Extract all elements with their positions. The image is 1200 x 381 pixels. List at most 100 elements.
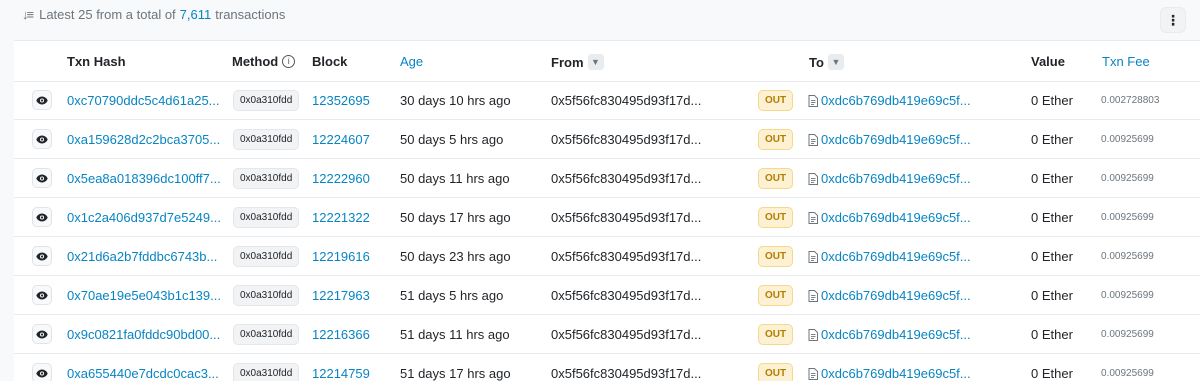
table-row: 0x21d6a2b7fddbc6743b... 0x0a310fdd 12219…: [14, 237, 1200, 276]
method-badge: 0x0a310fdd: [233, 324, 300, 345]
to-address-text: 0xdc6b769db419e69c5f...: [821, 366, 971, 381]
block-link[interactable]: 12352695: [312, 93, 370, 108]
block-link[interactable]: 12217963: [312, 288, 370, 303]
txn-hash-link[interactable]: 0xa159628d2c2bca3705...: [67, 132, 220, 147]
summary-prefix: Latest 25 from a total of: [39, 7, 176, 22]
sort-descending-icon[interactable]: ↓≡: [22, 7, 34, 22]
block-link[interactable]: 12216366: [312, 327, 370, 342]
to-address-text: 0xdc6b769db419e69c5f...: [821, 288, 971, 303]
document-icon: [808, 94, 818, 107]
value-text: 0 Ether: [1031, 210, 1073, 225]
eye-icon[interactable]: [32, 90, 52, 110]
eye-icon[interactable]: [32, 168, 52, 188]
txn-hash-link[interactable]: 0xc70790ddc5c4d61a25...: [67, 93, 220, 108]
txn-hash-link[interactable]: 0x5ea8a018396dc100ff7...: [67, 171, 221, 186]
value-text: 0 Ether: [1031, 132, 1073, 147]
direction-badge: OUT: [758, 90, 794, 111]
txn-hash-link[interactable]: 0x70ae19e5e043b1c139...: [67, 288, 221, 303]
to-address-link[interactable]: 0xdc6b769db419e69c5f...: [808, 171, 971, 186]
block-link[interactable]: 12224607: [312, 132, 370, 147]
info-circle-icon[interactable]: i: [282, 55, 296, 68]
txn-fee-text: 0.00925699: [1101, 212, 1154, 223]
filter-icon[interactable]: ▼: [827, 54, 844, 70]
from-address[interactable]: 0x5f56fc830495d93f17d...: [551, 327, 701, 342]
header-to: To ▼: [809, 54, 844, 70]
eye-icon[interactable]: [32, 207, 52, 227]
from-address[interactable]: 0x5f56fc830495d93f17d...: [551, 366, 701, 381]
value-text: 0 Ether: [1031, 327, 1073, 342]
block-link[interactable]: 12221322: [312, 210, 370, 225]
eye-icon[interactable]: [32, 129, 52, 149]
to-address-link[interactable]: 0xdc6b769db419e69c5f...: [808, 366, 971, 381]
more-vertical-icon: ⋮: [1166, 11, 1180, 28]
to-address-link[interactable]: 0xdc6b769db419e69c5f...: [808, 249, 971, 264]
to-address-link[interactable]: 0xdc6b769db419e69c5f...: [808, 327, 971, 342]
method-badge: 0x0a310fdd: [233, 285, 300, 306]
from-address[interactable]: 0x5f56fc830495d93f17d...: [551, 288, 701, 303]
eye-icon[interactable]: [32, 285, 52, 305]
method-badge: 0x0a310fdd: [233, 363, 300, 381]
to-address-link[interactable]: 0xdc6b769db419e69c5f...: [808, 288, 971, 303]
filter-icon[interactable]: ▼: [587, 54, 604, 70]
txn-hash-link[interactable]: 0x21d6a2b7fddbc6743b...: [67, 249, 217, 264]
txn-hash-link[interactable]: 0x9c0821fa0fddc90bd00...: [67, 327, 220, 342]
to-address-text: 0xdc6b769db419e69c5f...: [821, 249, 971, 264]
block-link[interactable]: 12222960: [312, 171, 370, 186]
block-link[interactable]: 12214759: [312, 366, 370, 381]
to-address-link[interactable]: 0xdc6b769db419e69c5f...: [808, 210, 971, 225]
header-txn-fee[interactable]: Txn Fee: [1102, 54, 1150, 69]
header-value: Value: [1031, 54, 1065, 69]
to-address-text: 0xdc6b769db419e69c5f...: [821, 327, 971, 342]
value-text: 0 Ether: [1031, 366, 1073, 381]
txn-fee-text: 0.002728803: [1101, 95, 1160, 106]
txn-hash-link[interactable]: 0xa655440e7dcdc0cac3...: [67, 366, 219, 381]
to-address-text: 0xdc6b769db419e69c5f...: [821, 132, 971, 147]
age-text: 51 days 11 hrs ago: [400, 327, 510, 342]
to-address-link[interactable]: 0xdc6b769db419e69c5f...: [808, 132, 971, 147]
age-text: 51 days 17 hrs ago: [400, 366, 511, 381]
age-text: 30 days 10 hrs ago: [400, 93, 511, 108]
table-row: 0x9c0821fa0fddc90bd00... 0x0a310fdd 1221…: [14, 315, 1200, 354]
age-text: 50 days 17 hrs ago: [400, 210, 511, 225]
direction-badge: OUT: [758, 168, 794, 189]
eye-icon[interactable]: [32, 324, 52, 344]
transactions-table: Txn Hash Method i Block Age From ▼ To ▼ …: [14, 40, 1200, 381]
value-text: 0 Ether: [1031, 288, 1073, 303]
direction-badge: OUT: [758, 207, 794, 228]
table-row: 0x70ae19e5e043b1c139... 0x0a310fdd 12217…: [14, 276, 1200, 315]
header-from: From ▼: [551, 54, 604, 70]
method-badge: 0x0a310fdd: [233, 207, 300, 228]
txn-fee-text: 0.00925699: [1101, 290, 1154, 301]
age-text: 50 days 11 hrs ago: [400, 171, 510, 186]
table-row: 0xc70790ddc5c4d61a25... 0x0a310fdd 12352…: [14, 81, 1200, 120]
summary-count-link[interactable]: 7,611: [180, 7, 212, 22]
method-badge: 0x0a310fdd: [233, 90, 300, 111]
table-header: Txn Hash Method i Block Age From ▼ To ▼ …: [14, 41, 1200, 82]
to-address-link[interactable]: 0xdc6b769db419e69c5f...: [808, 93, 971, 108]
more-options-button[interactable]: ⋮: [1160, 7, 1186, 33]
txn-fee-text: 0.00925699: [1101, 368, 1154, 379]
direction-badge: OUT: [758, 363, 794, 381]
age-text: 50 days 5 hrs ago: [400, 132, 504, 147]
header-age[interactable]: Age: [400, 54, 423, 69]
document-icon: [808, 250, 818, 263]
method-badge: 0x0a310fdd: [233, 129, 300, 150]
txn-hash-link[interactable]: 0x1c2a406d937d7e5249...: [67, 210, 221, 225]
txn-fee-text: 0.00925699: [1101, 329, 1154, 340]
table-row: 0xa655440e7dcdc0cac3... 0x0a310fdd 12214…: [14, 354, 1200, 381]
method-badge: 0x0a310fdd: [233, 246, 300, 267]
from-address[interactable]: 0x5f56fc830495d93f17d...: [551, 210, 701, 225]
direction-badge: OUT: [758, 129, 794, 150]
from-address[interactable]: 0x5f56fc830495d93f17d...: [551, 171, 701, 186]
from-address[interactable]: 0x5f56fc830495d93f17d...: [551, 93, 701, 108]
eye-icon[interactable]: [32, 246, 52, 266]
from-address[interactable]: 0x5f56fc830495d93f17d...: [551, 132, 701, 147]
from-address[interactable]: 0x5f56fc830495d93f17d...: [551, 249, 701, 264]
header-txn-hash: Txn Hash: [67, 54, 126, 69]
header-method: Method i: [232, 54, 296, 69]
block-link[interactable]: 12219616: [312, 249, 370, 264]
txn-fee-text: 0.00925699: [1101, 173, 1154, 184]
value-text: 0 Ether: [1031, 249, 1073, 264]
eye-icon[interactable]: [32, 363, 52, 381]
document-icon: [808, 133, 818, 146]
